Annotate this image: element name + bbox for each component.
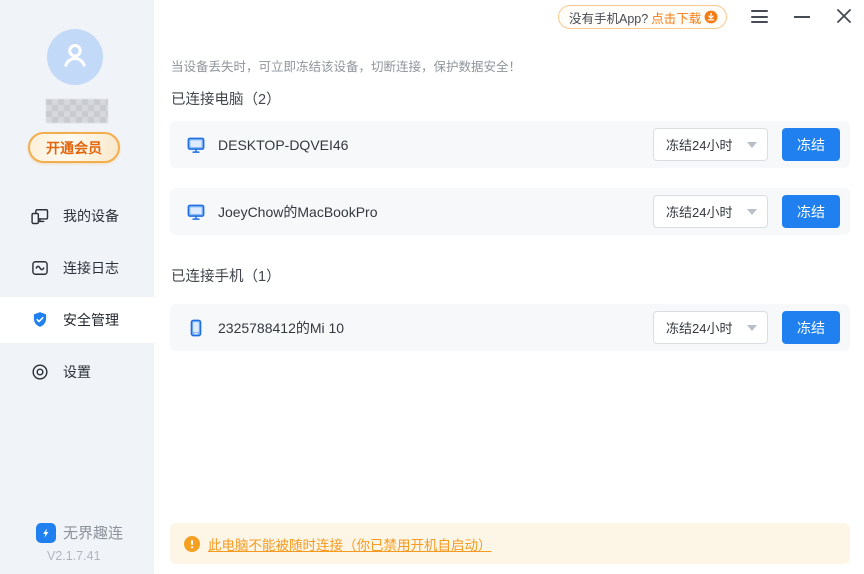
freeze-duration-value: 冻结24小时 [666,202,732,221]
sidebar-item-label: 安全管理 [63,310,119,330]
minimize-icon[interactable] [793,15,811,18]
freeze-duration-select[interactable]: 冻结24小时 [653,195,768,228]
sidebar-menu: 我的设备 连接日志 安全管理 [0,193,154,401]
sidebar-item-label: 设置 [63,362,91,382]
device-row-phone: 2325788412的Mi 10 冻结24小时 冻结 [170,304,850,351]
username-blurred [46,99,108,123]
devices-icon [30,206,50,226]
warning-bar: 此电脑不能被随时连接（你已禁用开机自启动） [170,523,850,564]
freeze-button[interactable]: 冻结 [782,311,840,344]
sidebar-item-label: 连接日志 [63,258,119,278]
settings-icon [30,362,50,382]
chevron-down-icon [747,325,757,331]
freeze-button[interactable]: 冻结 [782,128,840,161]
brand-name: 无界趣连 [63,522,123,543]
freeze-duration-value: 冻结24小时 [666,135,732,154]
vip-upgrade-button[interactable]: 开通会员 [28,132,120,163]
section-title-computers: 已连接电脑（2） [171,88,281,109]
sidebar-item-my-devices[interactable]: 我的设备 [0,193,154,239]
security-intro-text: 当设备丢失时，可立即冻结该设备，切断连接，保护数据安全！ [171,56,521,75]
version-label: V2.1.7.41 [47,549,101,563]
device-name: DESKTOP-DQVEI46 [218,137,348,153]
sidebar-item-label: 我的设备 [63,206,119,226]
chevron-down-icon [747,209,757,215]
device-name: JoeyChow的MacBookPro [218,202,378,222]
person-icon [58,38,92,77]
sidebar-item-connection-log[interactable]: 连接日志 [0,245,154,291]
download-app-button[interactable]: 没有手机App? 点击下载 [558,5,727,29]
warning-icon [184,536,200,552]
sidebar: 开通会员 我的设备 连接 [0,0,154,574]
monitor-icon [186,135,206,155]
download-icon [704,10,718,24]
brand: 无界趣连 [36,522,123,543]
download-prompt-text: 没有手机App? [569,8,648,27]
log-icon [30,258,50,278]
freeze-duration-select[interactable]: 冻结24小时 [653,311,768,344]
shield-check-icon [30,310,50,330]
sidebar-item-settings[interactable]: 设置 [0,349,154,395]
lightning-icon [36,523,56,543]
app-window: 开通会员 我的设备 连接 [0,0,864,574]
chevron-down-icon [747,142,757,148]
section-title-phones: 已连接手机（1） [171,265,281,286]
download-action-text: 点击下载 [651,8,701,27]
freeze-duration-select[interactable]: 冻结24小时 [653,128,768,161]
monitor-icon [186,202,206,222]
device-name: 2325788412的Mi 10 [218,318,344,338]
freeze-button[interactable]: 冻结 [782,195,840,228]
sidebar-item-security[interactable]: 安全管理 [0,297,154,343]
device-row-macbook: JoeyChow的MacBookPro 冻结24小时 冻结 [170,188,850,235]
freeze-duration-value: 冻结24小时 [666,318,732,337]
autostart-warning-link[interactable]: 此电脑不能被随时连接（你已禁用开机自启动） [208,534,492,554]
menu-icon[interactable] [748,10,770,23]
phone-icon [186,318,206,338]
close-icon[interactable] [834,7,854,25]
device-row-desktop: DESKTOP-DQVEI46 冻结24小时 冻结 [170,121,850,168]
avatar[interactable] [47,29,103,85]
